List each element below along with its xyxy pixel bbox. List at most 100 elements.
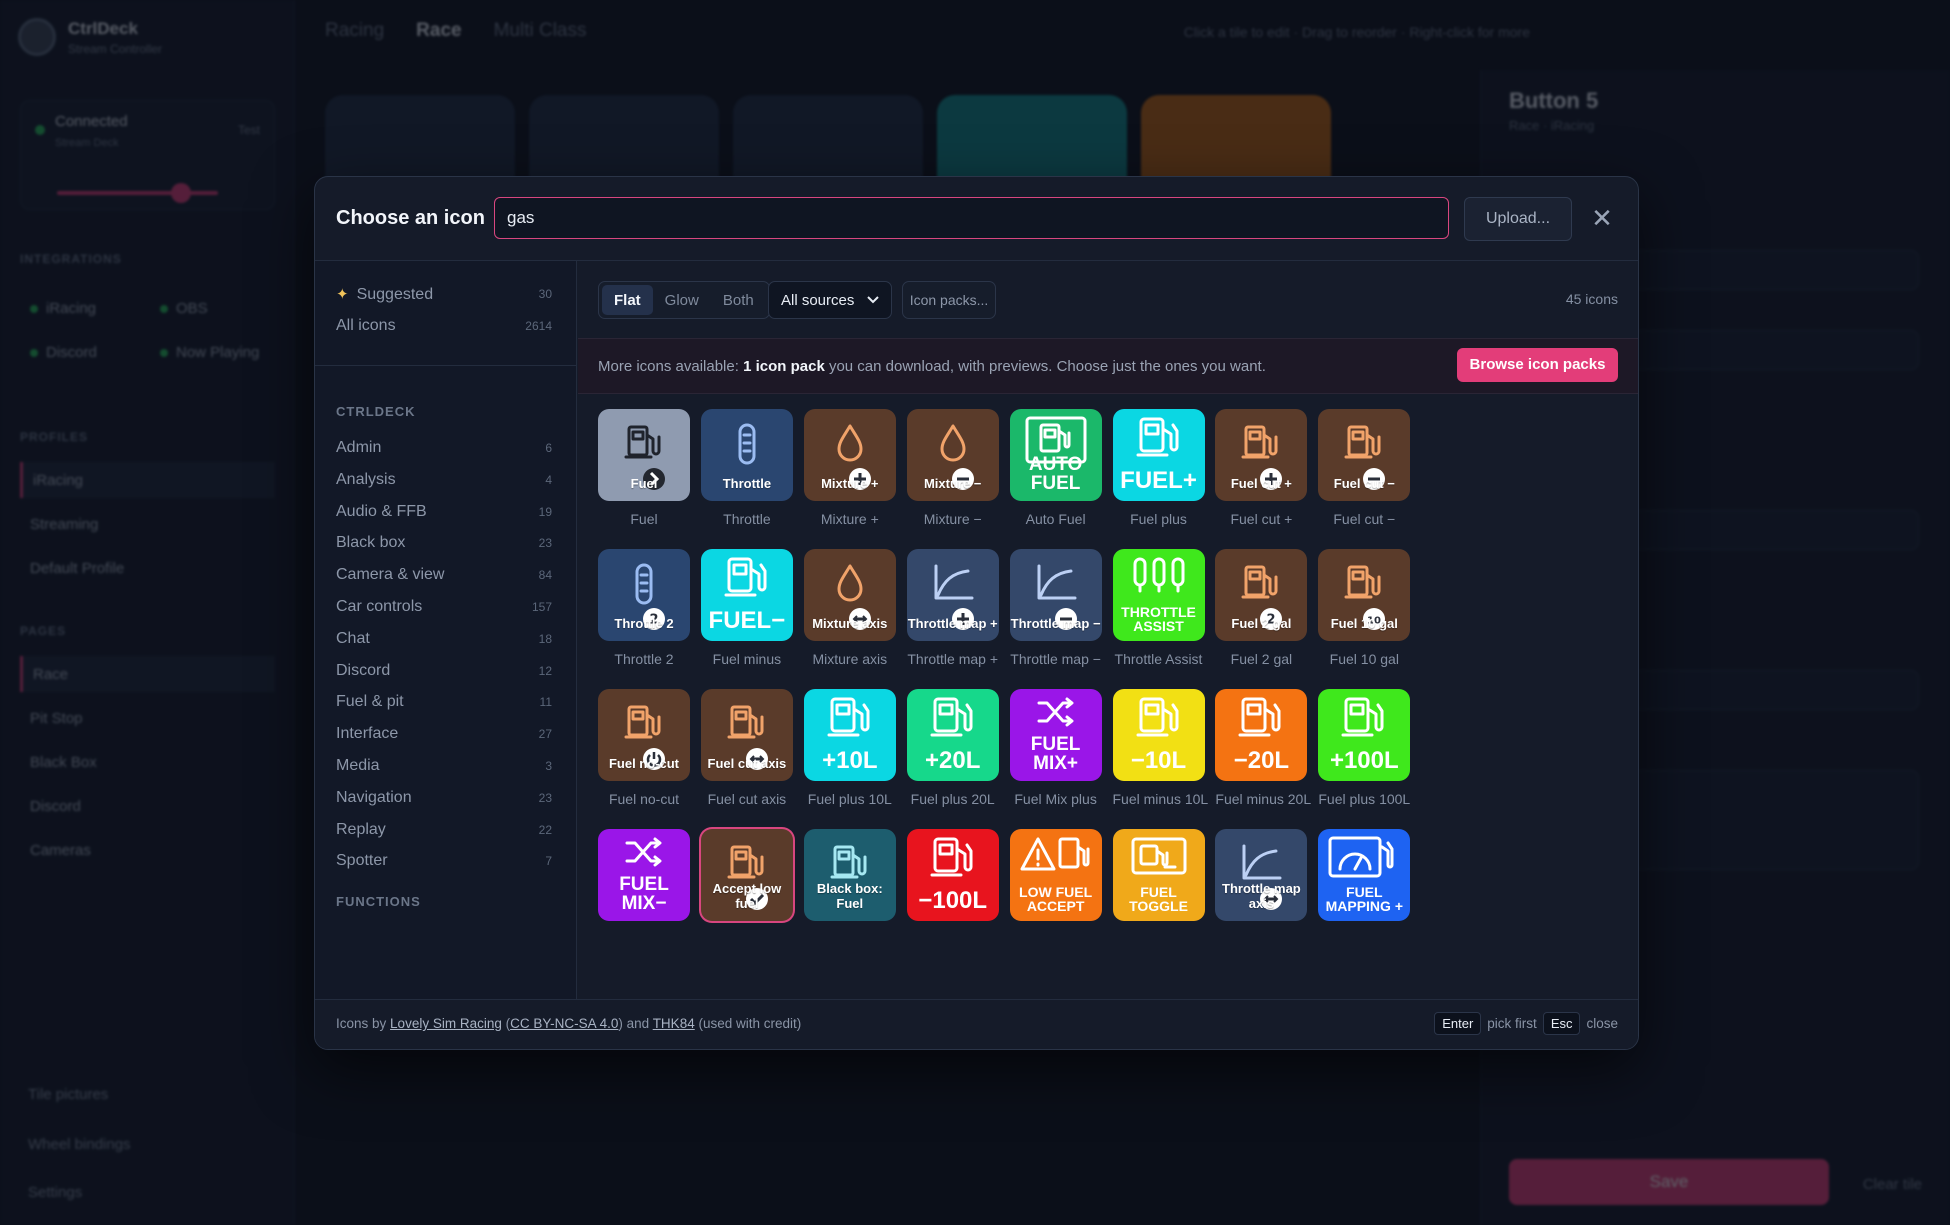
credit-second-link[interactable]: THK84 [653,1016,695,1031]
brightness-slider[interactable] [57,191,218,195]
icon-option[interactable]: Accept low fuel [700,829,815,921]
icon-tile[interactable]: Fuel [598,409,690,501]
icon-tile[interactable]: Throttle map − [1009,549,1102,641]
icon-tile[interactable]: FUEL TOGGLE [1112,829,1205,921]
category-item-media[interactable]: Media 3 [336,755,552,777]
icon-option[interactable]: Throttle Throttle [700,409,815,527]
category-item-discord[interactable]: Discord 12 [336,660,552,682]
icon-tile[interactable]: Fuel cut + [1215,409,1308,501]
icon-tile[interactable]: Accept low fuel [700,829,793,921]
icon-tile[interactable]: Black box: Fuel [803,829,896,921]
icon-tile[interactable]: +10L [803,689,896,781]
icon-option[interactable]: Mixture axis Mixture axis [803,549,918,667]
icon-tile[interactable]: 2 Throttle 2 [598,549,690,641]
integration-item[interactable]: Now Playing [150,334,280,370]
category-item-replay[interactable]: Replay 22 [336,819,552,841]
style-flat-button[interactable]: Flat [602,285,653,315]
icon-option[interactable]: Fuel cut − Fuel cut − [1318,409,1432,527]
icon-tile[interactable]: FUEL MIX+ [1009,689,1102,781]
icon-option[interactable]: 2 Fuel 2 gal Fuel 2 gal [1215,549,1329,667]
icon-option[interactable]: Fuel Fuel [598,409,712,527]
style-glow-button[interactable]: Glow [653,285,711,315]
icon-tile[interactable]: Mixture − [906,409,999,501]
icon-option[interactable]: −100L [906,829,1021,921]
icon-tile[interactable]: FUEL− [700,549,793,641]
page-item[interactable]: Discord [20,788,275,824]
icon-tile[interactable]: Throttle [700,409,793,501]
page-item[interactable]: Black Box [20,744,275,780]
category-suggested[interactable]: ✦ Suggested 30 [336,283,552,305]
profile-item[interactable]: Streaming [20,506,275,542]
icon-option[interactable]: Black box: Fuel [803,829,918,921]
category-item-camera-view[interactable]: Camera & view 84 [336,564,552,586]
icon-tile[interactable]: Mixture + [803,409,896,501]
category-item-black-box[interactable]: Black box 23 [336,532,552,554]
icon-tile[interactable]: Throttle map + [906,549,999,641]
browse-icon-packs-button[interactable]: Browse icon packs [1457,348,1618,382]
icon-option[interactable]: Mixture − Mixture − [906,409,1021,527]
category-item-navigation[interactable]: Navigation 23 [336,787,552,809]
icon-tile[interactable]: Fuel cut − [1318,409,1411,501]
icon-tile[interactable]: Throttle map axis [1215,829,1308,921]
page-item[interactable]: Cameras [20,832,275,868]
icon-tile[interactable]: +100L [1318,689,1411,781]
icon-search-input[interactable] [494,197,1449,239]
icon-option[interactable]: Mixture + Mixture + [803,409,918,527]
page-item[interactable]: Pit Stop [20,700,275,736]
icon-option[interactable]: FUEL− Fuel minus [700,549,815,667]
icon-option[interactable]: Fuel cut axis Fuel cut axis [700,689,815,807]
icon-option[interactable]: −10L Fuel minus 10L [1112,689,1227,807]
profile-item[interactable]: iRacing [20,462,275,498]
icon-tile[interactable]: AUTO FUEL [1009,409,1102,501]
icon-option[interactable]: FUEL MIX+ Fuel Mix plus [1009,689,1124,807]
icon-option[interactable]: Throttle map axis [1215,829,1329,921]
sidebar-footer-item[interactable]: Tile pictures [28,1086,108,1103]
icon-option[interactable]: Fuel no-cut Fuel no-cut [598,689,712,807]
close-icon[interactable]: ✕ [1588,204,1616,232]
icon-option[interactable]: −20L Fuel minus 20L [1215,689,1329,807]
icon-option[interactable]: 2 Throttle 2 Throttle 2 [598,549,712,667]
tab-race[interactable]: Race [416,20,461,42]
icon-tile[interactable]: Mixture axis [803,549,896,641]
icon-option[interactable]: +20L Fuel plus 20L [906,689,1021,807]
icon-tile[interactable]: −100L [906,829,999,921]
icon-option[interactable]: Fuel cut + Fuel cut + [1215,409,1329,527]
icon-option[interactable]: FUEL MAPPING + [1318,829,1432,921]
category-item-analysis[interactable]: Analysis 4 [336,469,552,491]
integration-item[interactable]: OBS [150,290,280,326]
category-item-car-controls[interactable]: Car controls 157 [336,596,552,618]
page-item[interactable]: Race [20,656,275,692]
sidebar-footer-item[interactable]: Settings [28,1184,82,1201]
icon-tile[interactable]: 10 Fuel 10 gal [1318,549,1411,641]
icon-tile[interactable]: FUEL MIX− [598,829,690,921]
icon-tile[interactable]: −20L [1215,689,1308,781]
category-all-icons[interactable]: All icons 2614 [336,315,552,337]
brightness-slider-handle[interactable] [171,183,191,203]
icon-tile[interactable]: FUEL MAPPING + [1318,829,1411,921]
icon-option[interactable]: +10L Fuel plus 10L [803,689,918,807]
integration-item[interactable]: Discord [20,334,150,370]
icon-option[interactable]: Throttle map − Throttle map − [1009,549,1124,667]
icon-option[interactable]: +100L Fuel plus 100L [1318,689,1432,807]
icon-option[interactable]: FUEL TOGGLE [1112,829,1227,921]
icon-tile[interactable]: THROTTLE ASSIST [1112,549,1205,641]
source-select[interactable]: All sources [768,281,892,319]
integration-item[interactable]: iRacing [20,290,150,326]
icon-tile[interactable]: 2 Fuel 2 gal [1215,549,1308,641]
icon-option[interactable]: Throttle map + Throttle map + [906,549,1021,667]
icon-option[interactable]: AUTO FUEL Auto Fuel [1009,409,1124,527]
editor-clear-button[interactable]: Clear tile [1863,1176,1922,1193]
connection-test-button[interactable]: Test [238,123,260,137]
profile-item[interactable]: Default Profile [20,550,275,586]
credit-license-link[interactable]: CC BY-NC-SA 4.0 [510,1016,618,1031]
icon-option[interactable]: LOW FUEL ACCEPT [1009,829,1124,921]
icon-tile[interactable]: +20L [906,689,999,781]
sidebar-footer-item[interactable]: Wheel bindings [28,1136,131,1153]
credit-author-link[interactable]: Lovely Sim Racing [390,1016,502,1031]
category-item-audio-ffb[interactable]: Audio & FFB 19 [336,501,552,523]
category-item-interface[interactable]: Interface 27 [336,723,552,745]
category-item-chat[interactable]: Chat 18 [336,628,552,650]
tab-multi-class[interactable]: Multi Class [494,20,587,42]
category-item-spotter[interactable]: Spotter 7 [336,850,552,872]
style-both-button[interactable]: Both [711,285,766,315]
